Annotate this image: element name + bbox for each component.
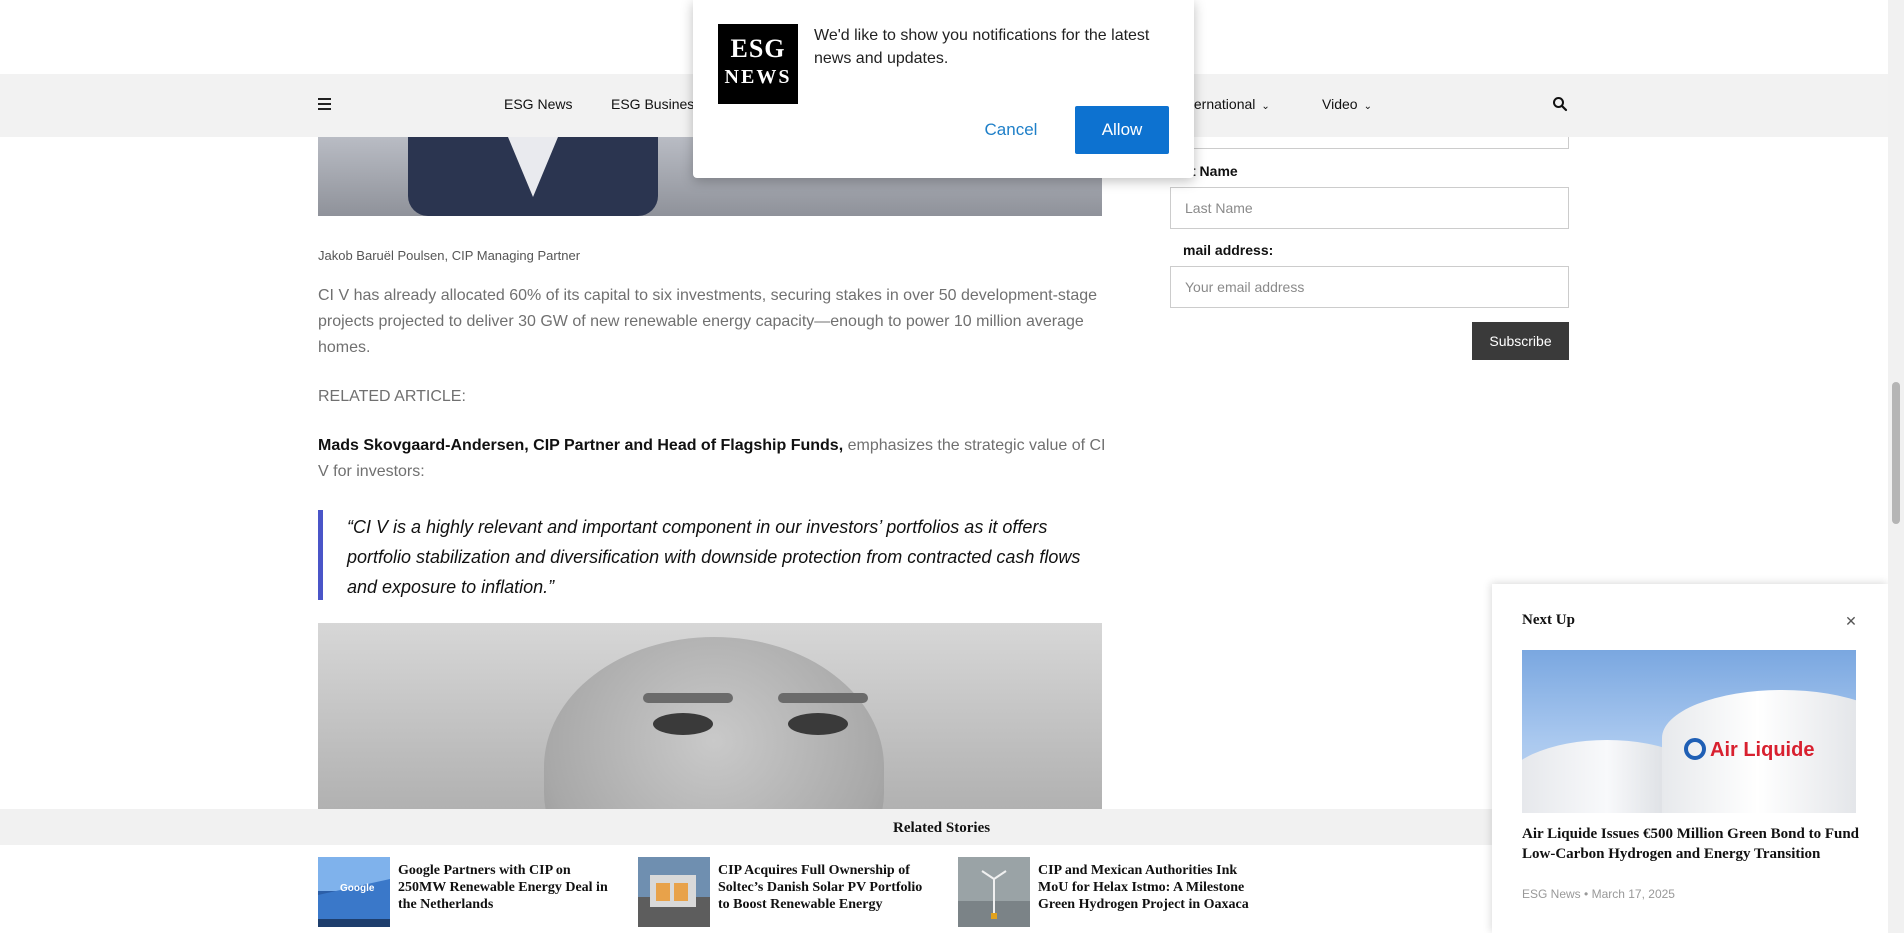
related-stories-header (0, 809, 1492, 845)
email-label: mail address: (1183, 242, 1274, 258)
related-story-link[interactable]: Google Partners with CIP on 250MW Renewa… (398, 862, 610, 913)
nav-item-international-label: ternational (1190, 96, 1256, 112)
svg-text:Google: Google (340, 883, 375, 894)
air-liquide-logo-ring (1684, 738, 1706, 760)
next-up-meta: ESG News • March 17, 2025 (1522, 887, 1675, 901)
next-up-widget: Next Up ✕ Air Liquide Air Liquide Issues… (1492, 584, 1888, 933)
last-name-input[interactable] (1170, 187, 1569, 229)
close-icon[interactable]: ✕ (1844, 614, 1858, 628)
portrait-brow (778, 693, 868, 703)
portrait-eye (653, 713, 713, 735)
next-up-source[interactable]: ESG News (1522, 887, 1581, 901)
hamburger-icon[interactable] (318, 98, 331, 110)
nav-item-international[interactable]: ternational ⌄ (1190, 96, 1270, 112)
article-paragraph: Mads Skovgaard-Andersen, CIP Partner and… (318, 433, 1108, 485)
related-thumbnail-google[interactable]: Google (318, 857, 390, 927)
pull-quote-text: “CI V is a highly relevant and important… (347, 517, 1081, 597)
image-caption: Jakob Baruël Poulsen, CIP Managing Partn… (318, 248, 581, 263)
page: ESG News ESG Business ternational ⌄ Video… (0, 0, 1904, 933)
related-thumbnail-soltec[interactable] (638, 857, 710, 927)
last-name-label: t Name (1191, 163, 1238, 179)
email-input[interactable] (1170, 266, 1569, 308)
next-up-headline[interactable]: Air Liquide Issues €500 Million Green Bo… (1522, 824, 1862, 864)
portrait-eye (788, 713, 848, 735)
nav-item-video-label: Video (1322, 96, 1358, 112)
first-name-field-edge[interactable] (1170, 137, 1569, 149)
scrollbar-thumb[interactable] (1892, 382, 1900, 524)
article-paragraph: CI V has already allocated 60% of its ca… (318, 287, 1098, 356)
meta-separator: • (1584, 887, 1589, 901)
nav-item-esg-business[interactable]: ESG Business (611, 96, 701, 112)
page-scrollbar[interactable] (1888, 0, 1904, 933)
subscribe-button[interactable]: Subscribe (1472, 322, 1569, 360)
notification-message: We'd like to show you notifications for … (814, 27, 1150, 67)
article-portrait-image (318, 623, 1102, 809)
chevron-down-icon: ⌄ (1363, 101, 1372, 112)
next-up-date: March 17, 2025 (1591, 887, 1675, 901)
allow-button[interactable]: Allow (1075, 106, 1169, 154)
esg-news-logo: ESG NEWS (718, 24, 798, 104)
next-up-title: Next Up (1522, 612, 1575, 628)
chevron-down-icon: ⌄ (1261, 101, 1270, 112)
portrait-brow (643, 693, 733, 703)
related-story-link[interactable]: CIP and Mexican Authorities Ink MoU for … (1038, 862, 1250, 913)
related-thumbnail-helax[interactable] (958, 857, 1030, 927)
logo-line-1: ESG (730, 34, 786, 63)
related-article-label: RELATED ARTICLE: (318, 388, 466, 405)
cancel-button[interactable]: Cancel (963, 106, 1059, 154)
pull-quote: “CI V is a highly relevant and important… (318, 510, 1104, 600)
nav-item-esg-news[interactable]: ESG News (504, 96, 572, 112)
next-up-image[interactable]: Air Liquide (1522, 650, 1856, 813)
nav-item-video[interactable]: Video ⌄ (1322, 96, 1372, 112)
air-liquide-logo-text: Air Liquide (1710, 739, 1815, 761)
air-liquide-logo: Air Liquide (1684, 738, 1814, 762)
related-story-link[interactable]: CIP Acquires Full Ownership of Soltec’s … (718, 862, 930, 913)
notification-prompt: ESG NEWS We'd like to show you notificat… (693, 0, 1194, 178)
search-icon[interactable] (1552, 96, 1568, 112)
logo-line-2: NEWS (724, 66, 792, 88)
related-stories-title[interactable]: Related Stories (893, 820, 990, 837)
quote-attribution: Mads Skovgaard-Andersen, CIP Partner and… (318, 437, 844, 454)
